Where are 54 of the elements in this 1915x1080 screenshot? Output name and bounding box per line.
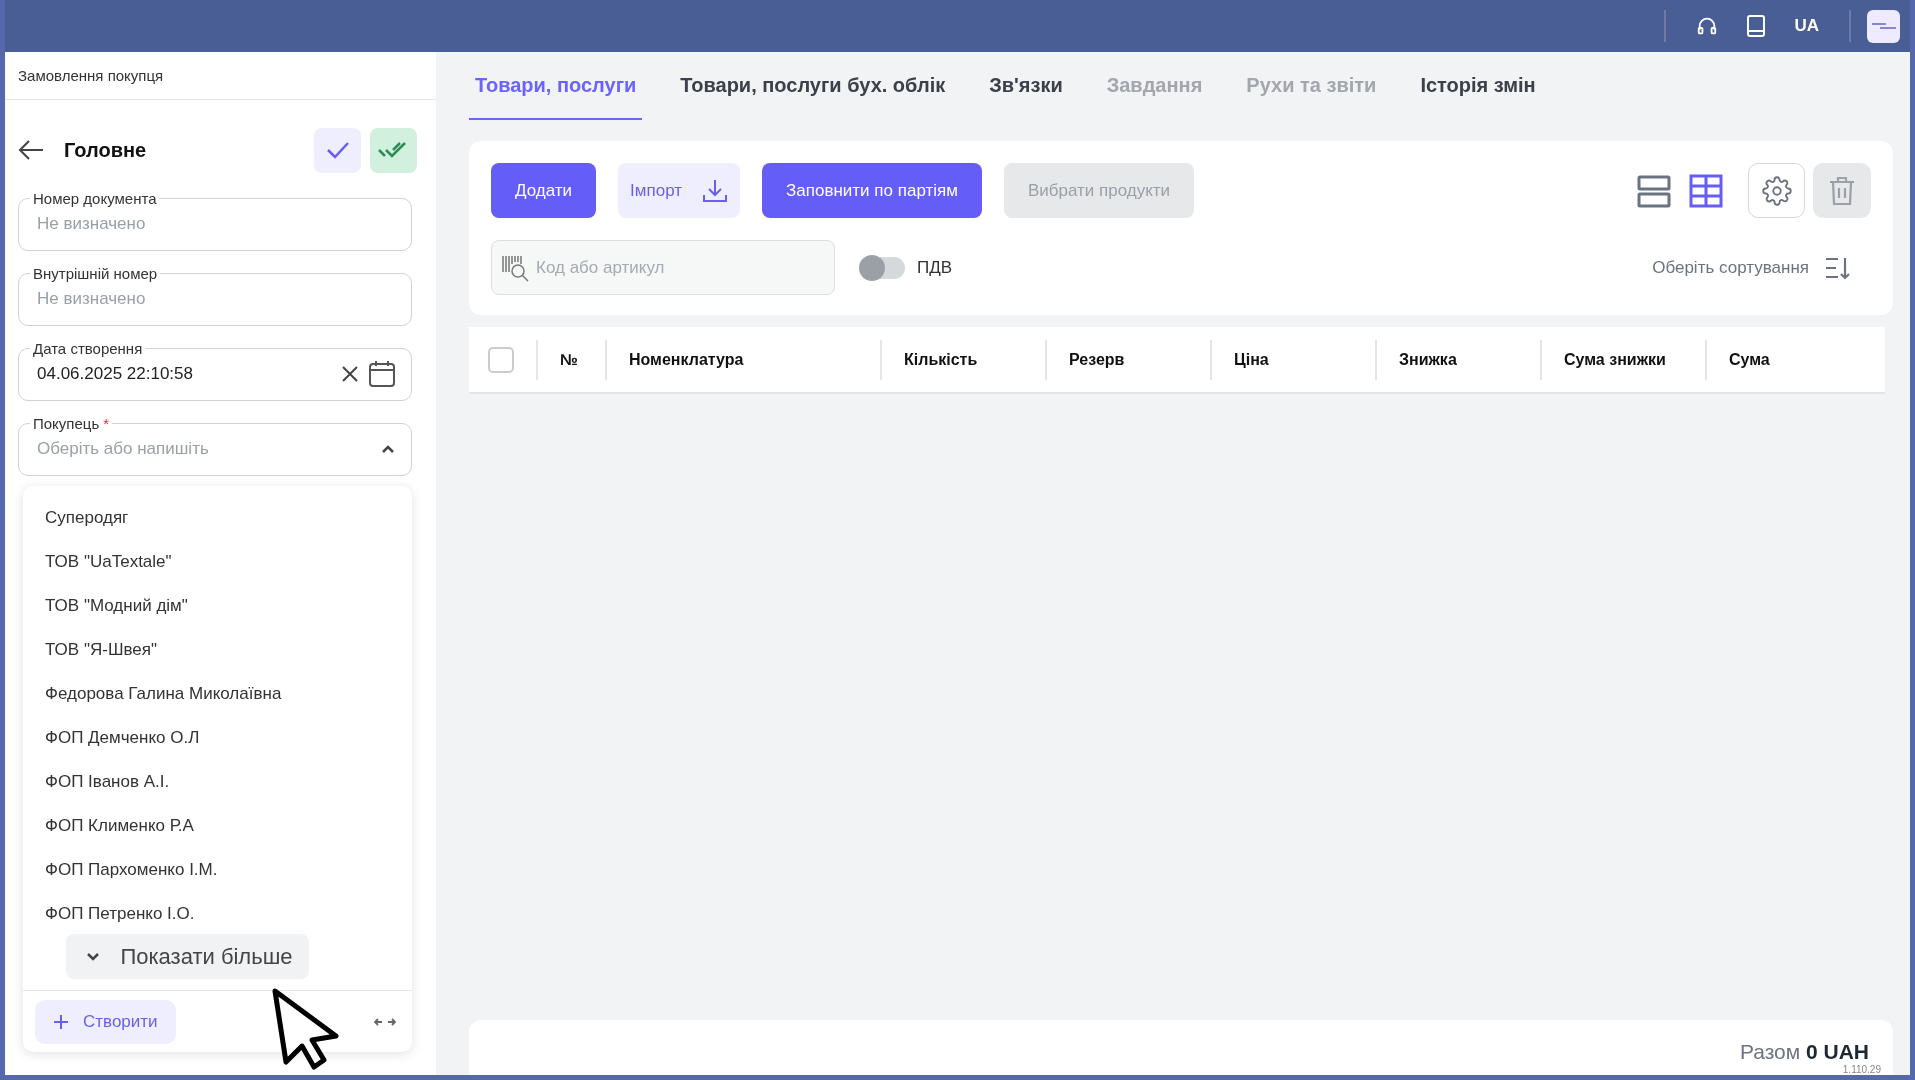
check-icon (325, 141, 350, 159)
tab[interactable]: Історія змін (1414, 52, 1542, 120)
language-button[interactable]: UA (1780, 16, 1833, 36)
toolbar-button[interactable]: Додати (491, 163, 597, 218)
dropdown-option[interactable]: ФОП Клименко Р.А (23, 804, 412, 848)
dropdown-option[interactable]: ФОП Іванов А.І. (23, 760, 412, 804)
sort-button[interactable]: Оберіть сортування (1646, 253, 1871, 282)
save-button[interactable] (314, 127, 361, 173)
dropdown-option[interactable]: Федорова Галина Миколаївна (23, 672, 412, 716)
column-header: Номенклатура (605, 339, 880, 380)
dropdown-option[interactable]: ФОП Пархоменко І.М. (23, 848, 412, 892)
clear-icon[interactable] (341, 364, 359, 383)
save-and-post-button[interactable] (370, 127, 417, 173)
column-header: Сума (1705, 339, 1879, 380)
resize-width-icon[interactable] (374, 1016, 396, 1027)
dropdown-option[interactable]: ФОП Петренко І.О. (23, 892, 412, 936)
dropdown-option[interactable]: Суперодяг (23, 496, 412, 540)
column-header: Кількість (880, 339, 1045, 380)
total-label: Разом 0 UAH (1739, 1040, 1869, 1064)
input-field[interactable]: Внутрішній номер Не визначено (18, 265, 412, 326)
search-field[interactable]: Код або артикул (491, 240, 835, 295)
breadcrumb: Замовлення покупця (5, 52, 436, 100)
tab[interactable]: Товари, послуги (469, 52, 643, 120)
calendar-icon[interactable] (369, 360, 395, 387)
download-icon (702, 177, 729, 204)
chevron-icon (381, 444, 395, 453)
company-logo[interactable] (1867, 9, 1900, 43)
tab[interactable]: Товари, послуги бух. облік (674, 52, 952, 120)
toolbar-button[interactable]: Заповнити по партіям (762, 163, 982, 218)
back-arrow-icon[interactable] (18, 139, 44, 161)
gear-icon (1761, 175, 1792, 206)
column-header: Ціна (1210, 339, 1375, 380)
trash-icon (1828, 175, 1856, 206)
show-more-button[interactable]: Показати більше (66, 934, 309, 979)
checkbox[interactable] (488, 346, 514, 373)
section-title: Головне (64, 138, 148, 162)
column-header: Знижка (1375, 339, 1540, 380)
required-mark: * (103, 415, 110, 432)
dropdown-option[interactable]: ТОВ "Модний дім" (23, 584, 412, 628)
tab[interactable]: Зв'язки (983, 52, 1069, 120)
dropdown-option[interactable]: ТОВ "Я-Швея" (23, 628, 412, 672)
plus-icon (53, 1013, 69, 1030)
toolbar-button[interactable]: Імпорт (618, 163, 741, 218)
create-button[interactable]: Створити (35, 999, 176, 1044)
column-header: № (536, 339, 605, 380)
version-label: 1.110.29 (1842, 1064, 1881, 1075)
dropdown-option[interactable]: ФОП Демченко О.Л (23, 716, 412, 760)
column-header: Сума знижки (1540, 339, 1705, 380)
vat-toggle[interactable] (861, 256, 905, 279)
column-header: Резерв (1045, 339, 1210, 380)
toggle-label: ПДВ (917, 257, 953, 278)
dropdown-option[interactable]: ТОВ "UaTextale" (23, 540, 412, 584)
settings-button[interactable] (1748, 163, 1805, 218)
chevron-down-icon (86, 952, 101, 961)
